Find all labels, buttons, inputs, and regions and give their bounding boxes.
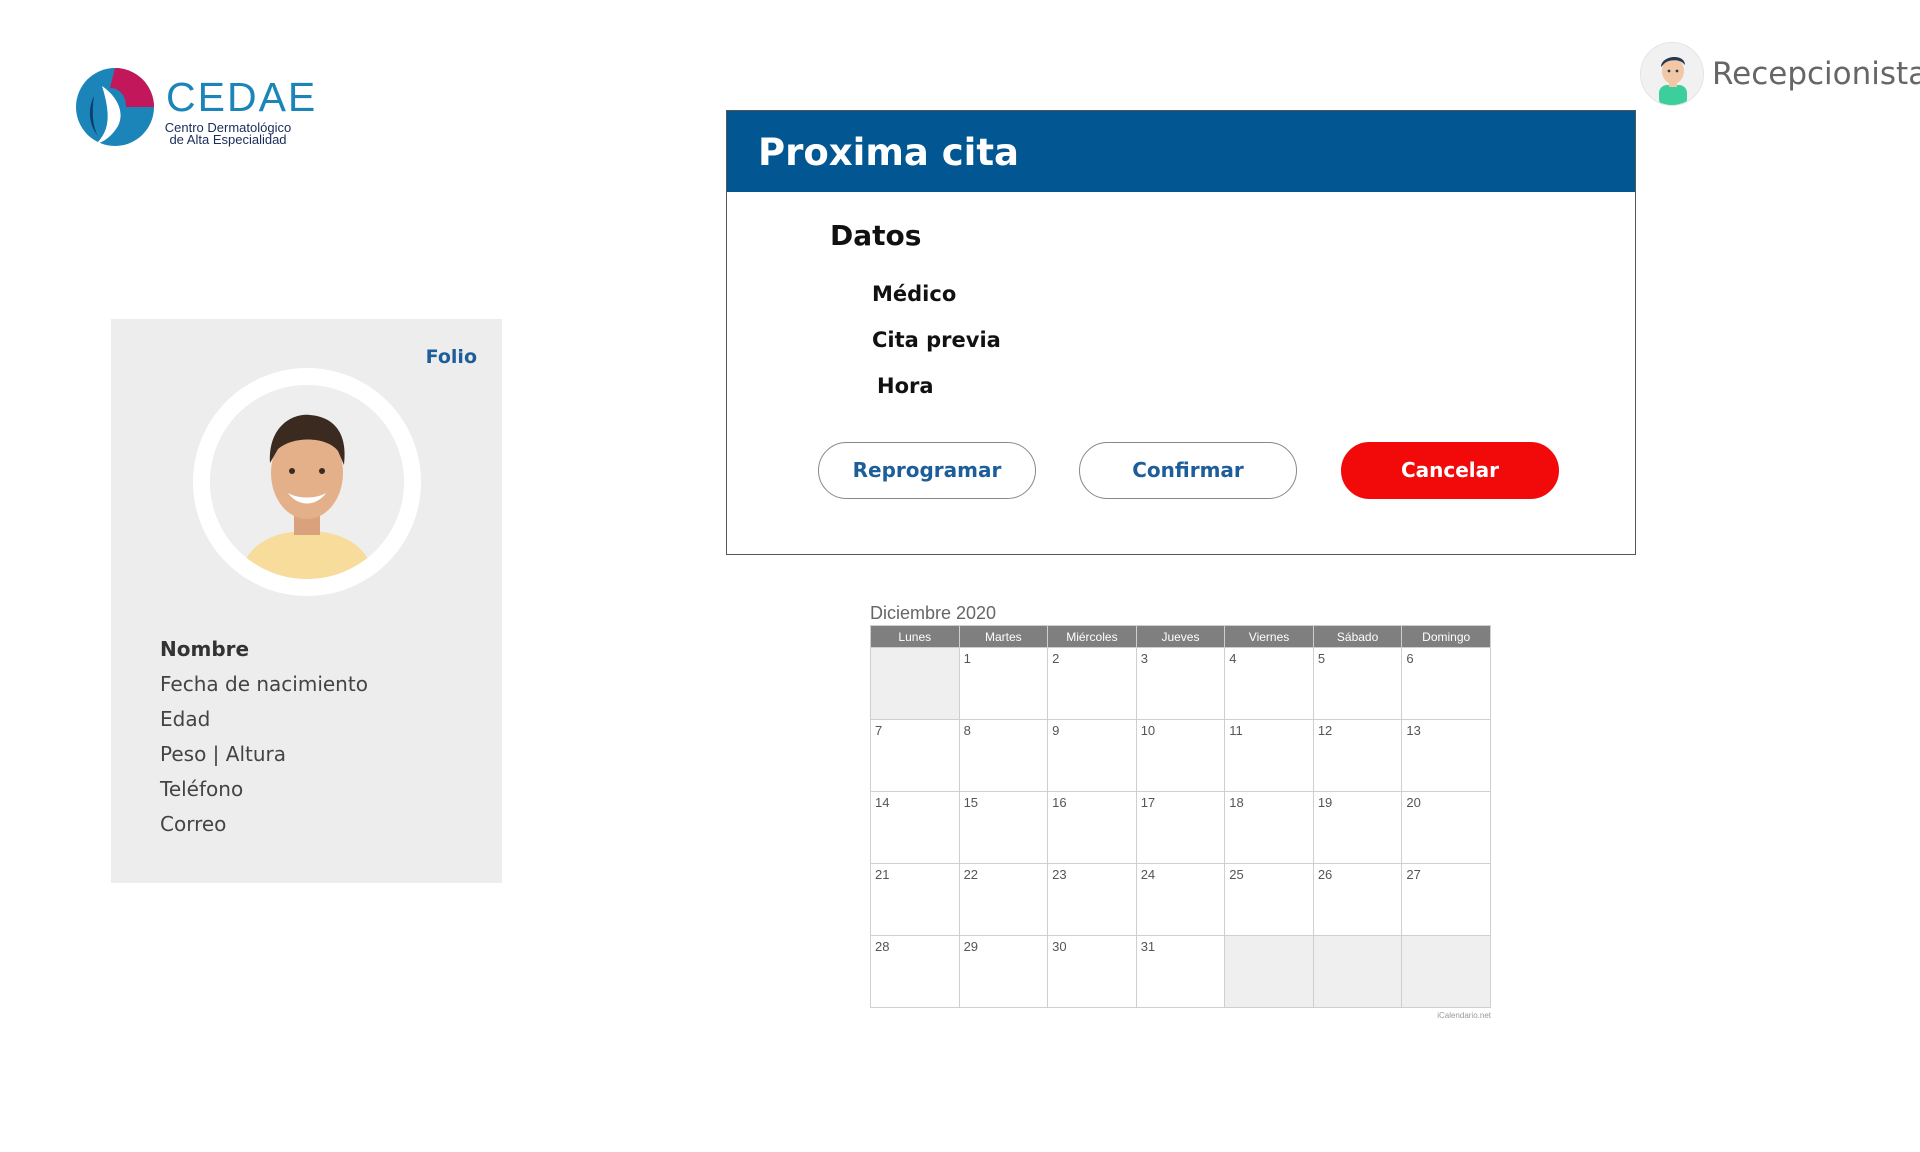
calendar-body: 1 2 3 4 5 6 7 8 9 10 11 12 13 14 15 16 17 18 19 20 21 22 23 24 2… bbox=[870, 647, 1491, 1008]
calendar-day-cell[interactable]: 22 bbox=[958, 863, 1049, 936]
calendar-week-row: 123456 bbox=[870, 647, 1491, 720]
logo-name: CEDAE bbox=[166, 74, 318, 120]
calendar-day-cell[interactable]: 1 bbox=[958, 647, 1049, 720]
calendar-day-cell[interactable]: 11 bbox=[1224, 719, 1314, 792]
calendar-day-cell[interactable]: 9 bbox=[1047, 719, 1137, 792]
calendar-day-cell[interactable]: 2 bbox=[1047, 647, 1137, 720]
calendar-day-cell[interactable]: 5 bbox=[1312, 647, 1403, 720]
patient-fields: Nombre Fecha de nacimiento Edad Peso | A… bbox=[160, 632, 368, 842]
appointment-section-title: Datos bbox=[830, 219, 922, 252]
calendar-day-cell[interactable]: 16 bbox=[1047, 791, 1137, 864]
cedae-logo-icon bbox=[76, 68, 154, 146]
user-menu[interactable]: Recepcionista bbox=[1640, 42, 1920, 106]
user-avatar-icon bbox=[1640, 42, 1704, 106]
calendar-day-cell[interactable]: 18 bbox=[1224, 791, 1314, 864]
weekday-header: Domingo bbox=[1401, 625, 1491, 648]
cedae-logo: CEDAE Centro Dermatológico de Alta Espec… bbox=[74, 64, 315, 154]
user-role: Recepcionista bbox=[1712, 56, 1920, 92]
appointment-field-previous: Cita previa bbox=[872, 328, 1001, 352]
folio-label: Folio bbox=[425, 346, 477, 368]
calendar-day-cell[interactable]: 26 bbox=[1312, 863, 1403, 936]
calendar-day-cell[interactable]: 6 bbox=[1401, 647, 1491, 720]
calendar-day-cell[interactable]: 20 bbox=[1401, 791, 1491, 864]
calendar-day-cell[interactable]: 14 bbox=[870, 791, 960, 864]
logo-subtitle-line2: de Alta Especialidad bbox=[169, 132, 287, 147]
patient-field-birthdate: Fecha de nacimiento bbox=[160, 672, 368, 696]
weekday-header: Sábado bbox=[1312, 625, 1403, 648]
patient-field-email: Correo bbox=[160, 812, 227, 836]
calendar-day-cell[interactable]: 7 bbox=[870, 719, 960, 792]
weekday-header: Jueves bbox=[1135, 625, 1226, 648]
calendar-empty-cell bbox=[870, 647, 960, 720]
weekday-header: Lunes bbox=[870, 625, 960, 648]
calendar-week-row: 21 22 23 24 25 26 27 bbox=[870, 863, 1491, 936]
calendar-day-cell[interactable]: 30 bbox=[1047, 935, 1137, 1008]
calendar-empty-cell bbox=[1312, 935, 1403, 1008]
patient-field-weight-height: Peso | Altura bbox=[160, 742, 286, 766]
calendar-footer: iCalendario.net bbox=[1437, 1011, 1491, 1020]
appointment-field-time: Hora bbox=[877, 374, 934, 398]
calendar-day-cell[interactable]: 31 bbox=[1135, 935, 1226, 1008]
calendar-empty-cell bbox=[1401, 935, 1491, 1008]
cancel-button[interactable]: Cancelar bbox=[1341, 442, 1559, 499]
confirm-button[interactable]: Confirmar bbox=[1079, 442, 1297, 499]
calendar-day-cell[interactable]: 4 bbox=[1224, 647, 1314, 720]
calendar-day-cell[interactable]: 28 bbox=[870, 935, 960, 1008]
appointment-field-doctor: Médico bbox=[872, 282, 957, 306]
calendar-day-cell[interactable]: 10 bbox=[1135, 719, 1226, 792]
calendar: Diciembre 2020 Lunes Martes Miércoles Ju… bbox=[870, 603, 1491, 1020]
calendar-week-row: 14 15 16 17 18 19 20 bbox=[870, 791, 1491, 864]
weekday-header: Miércoles bbox=[1047, 625, 1137, 648]
calendar-day-cell[interactable]: 13 bbox=[1401, 719, 1491, 792]
calendar-week-row: 28 29 30 31 bbox=[870, 935, 1491, 1008]
calendar-day-cell[interactable]: 3 bbox=[1135, 647, 1226, 720]
patient-field-age: Edad bbox=[160, 707, 211, 731]
calendar-day-cell[interactable]: 15 bbox=[958, 791, 1049, 864]
weekday-header: Viernes bbox=[1224, 625, 1314, 648]
calendar-day-cell[interactable]: 8 bbox=[958, 719, 1049, 792]
calendar-day-cell[interactable]: 24 bbox=[1135, 863, 1226, 936]
patient-field-phone: Teléfono bbox=[160, 777, 244, 801]
patient-photo-frame bbox=[193, 368, 421, 596]
calendar-day-cell[interactable]: 25 bbox=[1224, 863, 1314, 936]
calendar-day-cell[interactable]: 19 bbox=[1312, 791, 1403, 864]
calendar-grid: Lunes Martes Miércoles Jueves Viernes Sá… bbox=[870, 625, 1491, 1008]
calendar-week-row: 7 8 9 10 11 12 13 bbox=[870, 719, 1491, 792]
calendar-empty-cell bbox=[1224, 935, 1314, 1008]
calendar-day-cell[interactable]: 27 bbox=[1401, 863, 1491, 936]
calendar-day-cell[interactable]: 29 bbox=[958, 935, 1049, 1008]
patient-field-name: Nombre bbox=[160, 637, 250, 661]
calendar-day-cell[interactable]: 17 bbox=[1135, 791, 1226, 864]
logo-subtitle: Centro Dermatológico de Alta Especialida… bbox=[160, 121, 296, 147]
calendar-title: Diciembre 2020 bbox=[870, 603, 997, 623]
patient-photo bbox=[210, 385, 404, 579]
reschedule-button[interactable]: Reprogramar bbox=[818, 442, 1036, 499]
calendar-day-cell[interactable]: 12 bbox=[1312, 719, 1403, 792]
patient-card: Folio Nombre Fecha de nacimiento Edad Pe… bbox=[111, 319, 502, 883]
weekday-header: Martes bbox=[958, 625, 1049, 648]
calendar-day-cell[interactable]: 21 bbox=[870, 863, 960, 936]
appointment-title: Proxima cita bbox=[727, 111, 1635, 192]
next-appointment-panel: Proxima cita Datos Médico Cita previa Ho… bbox=[726, 110, 1636, 555]
calendar-day-cell[interactable]: 23 bbox=[1047, 863, 1137, 936]
